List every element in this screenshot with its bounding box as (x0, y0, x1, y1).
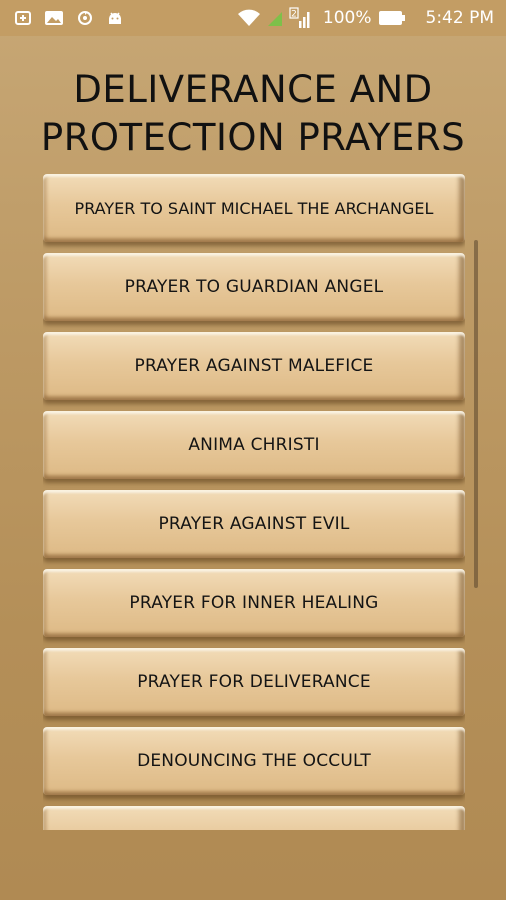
battery-percent: 100% (322, 8, 372, 28)
title-line-2: PROTECTION PRAYERS (40, 116, 466, 159)
notification-icons (14, 9, 124, 27)
image-icon (44, 9, 64, 27)
prayer-button-inner-healing[interactable]: PRAYER FOR INNER HEALING (43, 569, 465, 637)
usb-debug-icon (14, 9, 32, 27)
prayer-button-against-malefice[interactable]: PRAYER AGAINST MALEFICE (43, 332, 465, 400)
page-title: DELIVERANCE AND PROTECTION PRAYERS (0, 66, 506, 162)
prayer-button-guardian-angel[interactable]: PRAYER TO GUARDIAN ANGEL (43, 253, 465, 321)
prayer-button-saint-michael[interactable]: PRAYER TO SAINT MICHAEL THE ARCHANGEL (43, 174, 465, 242)
svg-text:2: 2 (291, 10, 297, 20)
signal-icon (267, 9, 283, 27)
prayer-button-denouncing-occult[interactable]: DENOUNCING THE OCCULT (43, 727, 465, 795)
sim2-signal-icon: 2 (289, 7, 311, 29)
list-scrollbar[interactable] (474, 240, 478, 588)
status-bar: 2 100% 5:42 PM (0, 0, 506, 36)
prayer-button-deliverance[interactable]: PRAYER FOR DELIVERANCE (43, 648, 465, 716)
prayer-button-anima-christi[interactable]: ANIMA CHRISTI (43, 411, 465, 479)
android-icon (106, 9, 124, 27)
system-status: 2 100% 5:42 PM (237, 7, 494, 29)
clock: 5:42 PM (425, 8, 495, 28)
sync-icon (76, 9, 94, 27)
title-line-1: DELIVERANCE AND (73, 68, 433, 111)
prayer-list[interactable]: PRAYER TO SAINT MICHAEL THE ARCHANGEL PR… (43, 174, 465, 830)
battery-icon (378, 10, 406, 26)
prayer-button-partial[interactable] (43, 806, 465, 830)
prayer-button-against-evil[interactable]: PRAYER AGAINST EVIL (43, 490, 465, 558)
wifi-icon (237, 9, 261, 27)
